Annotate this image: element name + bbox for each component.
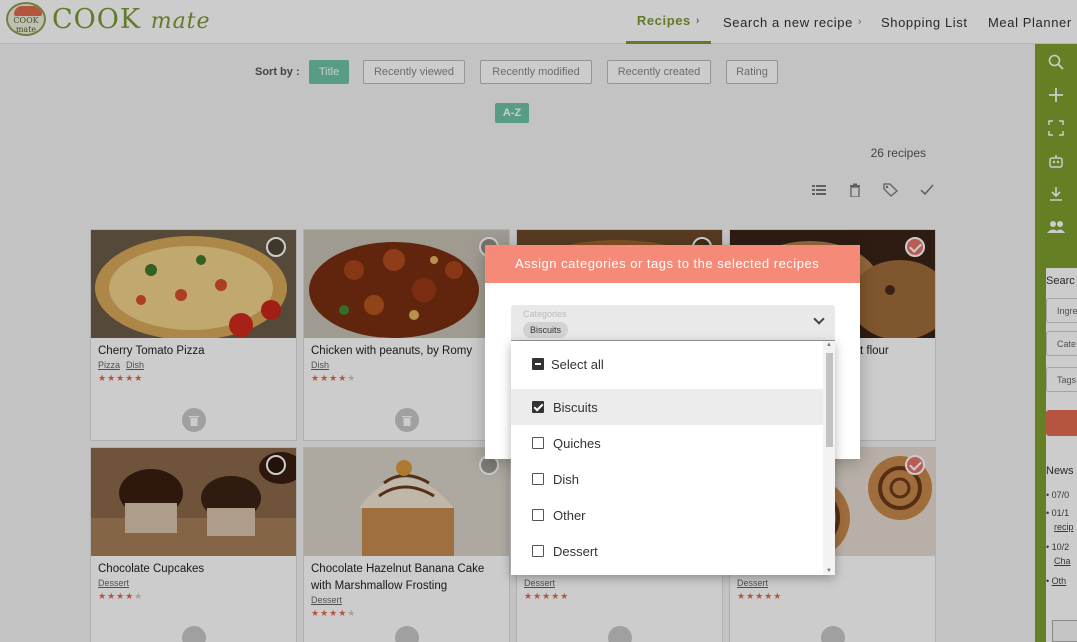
scroll-down-icon[interactable]: ▼	[826, 568, 832, 574]
option-quiches[interactable]: Quiches	[511, 425, 823, 461]
chevron-down-icon[interactable]	[813, 313, 825, 325]
option-dish[interactable]: Dish	[511, 461, 823, 497]
dialog-title: Assign categories or tags to the selecte…	[485, 245, 860, 283]
scroll-up-icon[interactable]: ▲	[826, 342, 832, 348]
categories-select-placeholder: Categories	[523, 309, 567, 319]
select-all-checkbox[interactable]	[532, 358, 544, 370]
categories-dropdown: Select all Biscuits Quiches Dish Other D…	[511, 341, 835, 575]
option-other[interactable]: Other	[511, 497, 823, 533]
scrollbar-thumb[interactable]	[826, 353, 833, 447]
other-checkbox[interactable]	[532, 509, 544, 521]
biscuits-checkbox[interactable]	[532, 401, 544, 413]
option-select-all[interactable]: Select all	[511, 346, 823, 382]
option-biscuits[interactable]: Biscuits	[511, 389, 823, 425]
dessert-checkbox[interactable]	[532, 545, 544, 557]
option-dessert[interactable]: Dessert	[511, 533, 823, 569]
categories-select[interactable]: Categories Biscuits	[511, 305, 835, 341]
quiches-checkbox[interactable]	[532, 437, 544, 449]
dish-checkbox[interactable]	[532, 473, 544, 485]
selected-category-chip[interactable]: Biscuits	[523, 322, 569, 338]
dropdown-scrollbar[interactable]: ▲ ▼	[823, 341, 835, 575]
